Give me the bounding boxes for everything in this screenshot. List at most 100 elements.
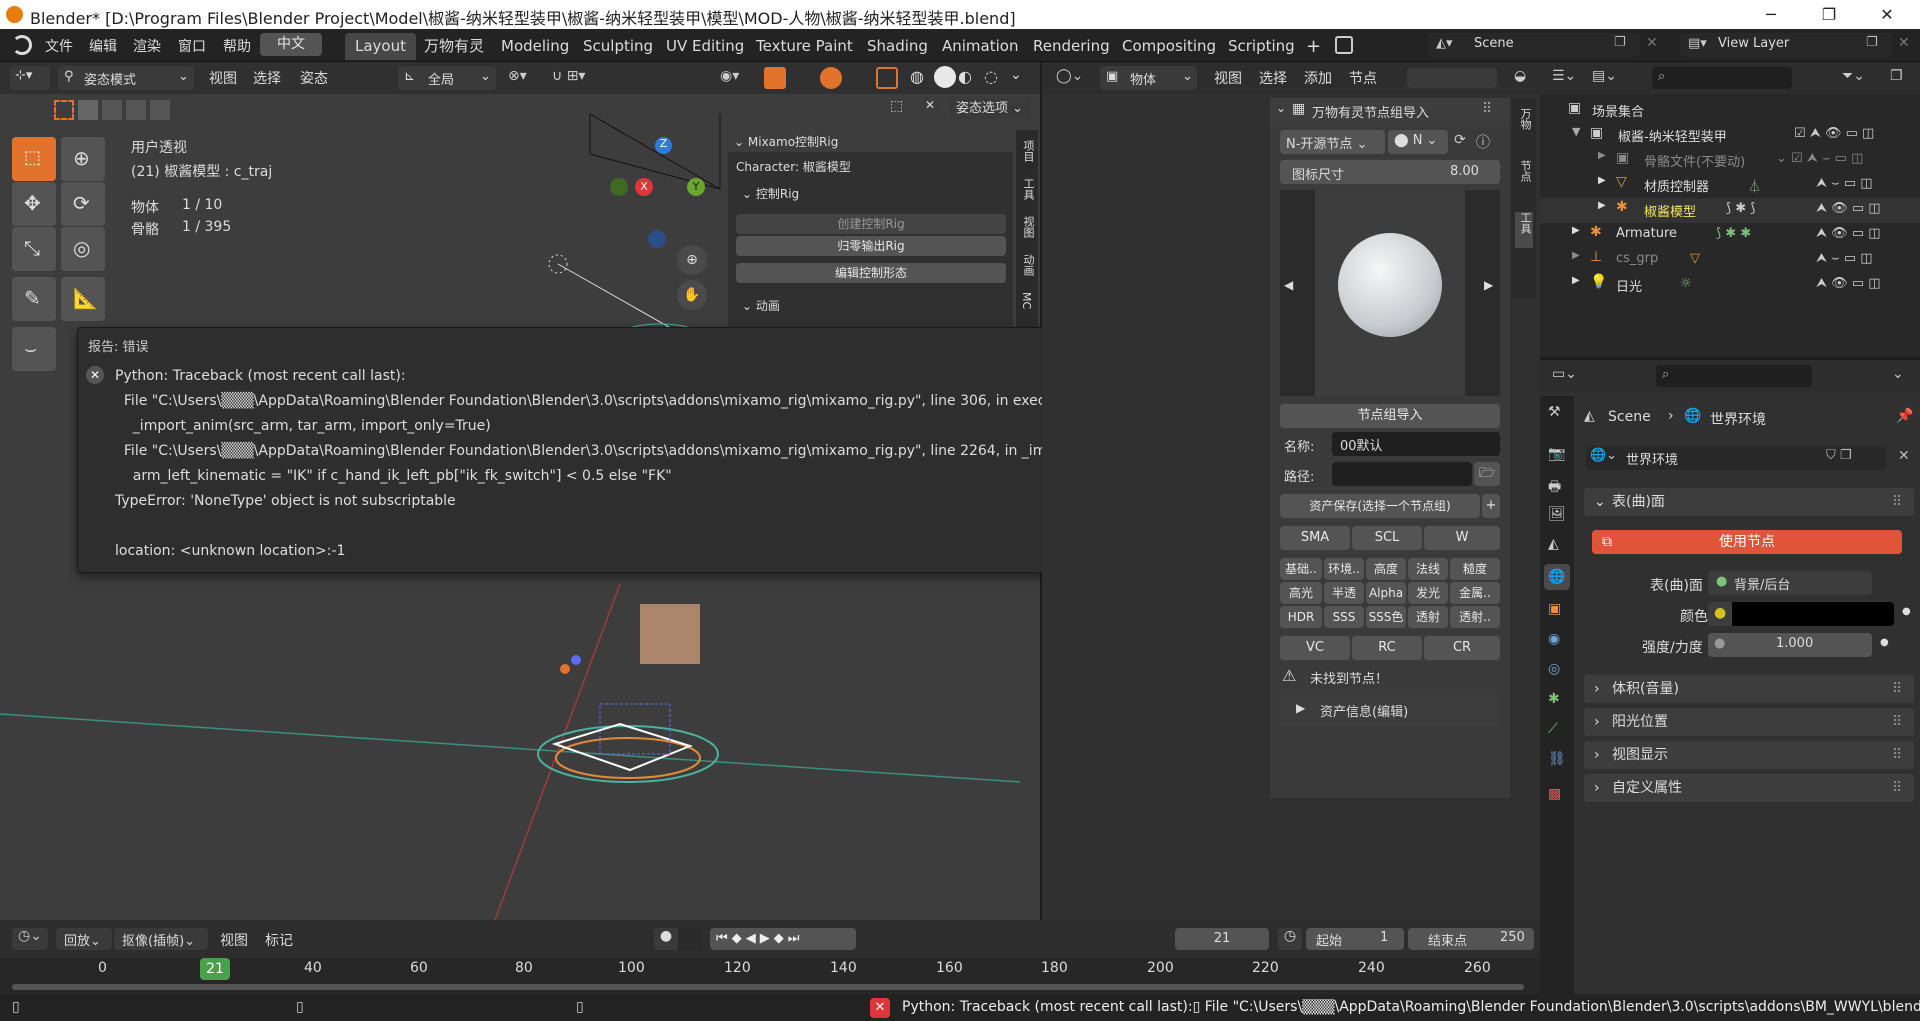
keyframe-dot-icon[interactable]: ● xyxy=(1880,637,1889,648)
edit-control-shape-button[interactable]: 编辑控制形态 xyxy=(736,263,1006,283)
zero-out-rig-button[interactable]: 归零输出Rig xyxy=(736,236,1006,256)
grid-button[interactable]: 高光 xyxy=(1280,582,1322,604)
drag-handle-icon[interactable]: ⠿ xyxy=(1892,741,1902,769)
prev-keyframe-icon[interactable]: ◆ xyxy=(732,931,746,946)
info-icon[interactable]: ⓘ xyxy=(1476,132,1490,152)
properties-editor-icon[interactable]: ▭⌄ xyxy=(1552,366,1577,382)
timeline-menu-marker[interactable]: 标记 xyxy=(265,930,293,950)
transform-orientation-selector[interactable]: ⊾ 全局 ⌄ xyxy=(398,66,496,90)
tab-wanwu[interactable]: 万物有灵 xyxy=(414,33,494,60)
constraint-tab-icon[interactable]: ⛓ xyxy=(1548,751,1566,767)
grid-button[interactable]: HDR xyxy=(1280,606,1322,628)
side-tab-node[interactable]: 节点 xyxy=(1517,160,1533,182)
outliner-row[interactable]: ▶ ▽ 材质控制器 ⏃ ⮝ ⌣ ▭ ◫ xyxy=(1540,173,1920,198)
menu-help[interactable]: 帮助 xyxy=(223,36,251,56)
navigation-gizmo[interactable]: Z X Y xyxy=(610,137,710,257)
name-field[interactable]: 00默认 xyxy=(1332,432,1500,456)
vc-button[interactable]: VC xyxy=(1280,636,1350,660)
npanel-tab-mc[interactable]: MC xyxy=(1020,292,1033,309)
scene-selector[interactable]: ◭▾ Scene ❐ xyxy=(1428,33,1640,57)
gizmo-toggle-icon[interactable] xyxy=(764,67,786,89)
pivot-icon[interactable]: ⊗▾ xyxy=(508,68,527,84)
next-arrow-icon[interactable]: ▶ xyxy=(1484,278,1493,292)
surface-shader-selector[interactable]: ● 背景/后台 xyxy=(1708,571,1872,595)
side-tab-wanwu[interactable]: 万物 xyxy=(1517,108,1533,130)
gizmo-neg-y-icon[interactable] xyxy=(610,178,628,196)
refresh-icon[interactable]: ⟳ xyxy=(1454,132,1466,148)
auto-keying-icon[interactable]: ● xyxy=(654,928,678,950)
gizmo-x-icon[interactable]: X xyxy=(635,178,653,196)
prev-arrow-icon[interactable]: ◀ xyxy=(1284,278,1293,292)
drag-handle-icon[interactable]: ⠿ xyxy=(1892,708,1902,736)
custom-properties-section[interactable]: › 自定义属性 ⠿ xyxy=(1584,774,1914,802)
timeline-editor-icon[interactable]: ◷⌄ xyxy=(12,928,48,950)
blender-menu-icon[interactable] xyxy=(12,35,32,55)
grid-button[interactable]: 高度 xyxy=(1366,558,1406,580)
view-layer-tab-icon[interactable]: 🖼 xyxy=(1548,506,1566,522)
checkbox-icon[interactable]: ⌄ ☑ ⮝ ⌣ ▭ ◫ xyxy=(1776,151,1863,166)
armature-data-tab-icon[interactable]: ✱ xyxy=(1548,691,1560,707)
preview-range-icon[interactable]: ◷ xyxy=(1278,928,1302,950)
asset-save-button[interactable]: 资产保存(选择一个节点组) xyxy=(1280,494,1480,518)
menu-render[interactable]: 渲染 xyxy=(133,36,161,56)
node-menu-add[interactable]: 添加 xyxy=(1304,68,1332,88)
tab-compositing[interactable]: Compositing xyxy=(1112,33,1226,60)
maximize-button[interactable]: ❐ xyxy=(1800,0,1858,29)
pose-options-button[interactable]: 姿态选项 ⌄ xyxy=(950,98,1030,119)
tab-scripting[interactable]: Scripting xyxy=(1218,33,1305,60)
grid-button[interactable]: 发光 xyxy=(1408,582,1448,604)
create-rig-button[interactable]: 创建控制Rig xyxy=(736,214,1006,234)
grid-button[interactable]: SSS色 xyxy=(1366,606,1406,628)
scene-tab-icon[interactable]: ◭ xyxy=(1548,536,1559,552)
grid-button[interactable]: 法线 xyxy=(1408,558,1448,580)
visibility-icon[interactable]: ⮝ 👁 ▭ ◫ xyxy=(1816,276,1881,291)
cr-button[interactable]: CR xyxy=(1424,636,1500,660)
visibility-icon[interactable]: ⮝ ⌣ ▭ ◫ xyxy=(1816,176,1873,191)
sma-button[interactable]: SMA xyxy=(1280,526,1350,550)
visibility-icon[interactable]: ⮝ 👁 ▭ ◫ xyxy=(1816,201,1881,216)
new-collection-icon[interactable]: ❐ xyxy=(1890,68,1903,84)
grid-button[interactable]: 金属.. xyxy=(1450,582,1500,604)
n-selector[interactable]: ⬤ N ⌄ xyxy=(1388,130,1448,154)
properties-search-input[interactable]: ⌕ xyxy=(1656,365,1812,387)
node-menu-node[interactable]: 节点 xyxy=(1349,68,1377,88)
scl-button[interactable]: SCL xyxy=(1352,526,1422,550)
outliner-row[interactable]: ▶ 💡 日光 ☼ ⮝ 👁 ▭ ◫ xyxy=(1540,273,1920,298)
current-frame-field[interactable]: 21 xyxy=(1175,928,1269,950)
viewport-menu-select[interactable]: 选择 xyxy=(253,68,281,88)
view-lock-icon[interactable]: ⬚ xyxy=(890,98,910,118)
display-mode-icon[interactable]: ▤⌄ xyxy=(1592,68,1617,84)
drag-handle-icon[interactable]: ⠿ xyxy=(1892,488,1902,516)
node-group-import-button[interactable]: 节点组导入 xyxy=(1280,404,1500,428)
node-pin-icon[interactable]: ◒ xyxy=(1514,68,1526,84)
remove-scene-icon[interactable]: ✕ xyxy=(1646,35,1658,51)
close-options-icon[interactable]: ✕ xyxy=(920,98,940,118)
object-type-selector[interactable]: ▣ 物体 ⌄ xyxy=(1100,66,1197,90)
add-asset-icon[interactable]: + xyxy=(1482,494,1500,518)
path-field[interactable] xyxy=(1332,462,1472,486)
world-selector[interactable]: 🌐⌄ 世界环境 ⛉ ❐ xyxy=(1586,446,1886,470)
status-message[interactable]: Python: Traceback (most recent call last… xyxy=(902,999,1920,1015)
error-report-popup[interactable]: 报告: 错误 ✕ Python: Traceback (most recent … xyxy=(77,327,1117,573)
surface-section[interactable]: ⌄ 表(曲)面 ⠿ xyxy=(1584,488,1914,516)
animation-section[interactable]: ⌄ 动画 xyxy=(742,297,780,314)
node-tree-field[interactable] xyxy=(1407,68,1497,88)
current-frame-indicator[interactable]: 21 xyxy=(200,958,230,980)
material-shading-icon[interactable]: ◐ xyxy=(958,67,972,86)
npanel-tab-tool[interactable]: 工具 xyxy=(1020,178,1036,200)
new-scene-icon[interactable]: ❐ xyxy=(1614,35,1626,50)
play-icon[interactable]: ▶ xyxy=(760,931,774,946)
control-rig-section[interactable]: ⌄ 控制Rig xyxy=(742,185,799,202)
grid-button[interactable]: Alpha xyxy=(1366,582,1406,604)
tab-animation[interactable]: Animation xyxy=(932,33,1028,60)
menu-window[interactable]: 窗口 xyxy=(178,36,206,56)
sun-position-section[interactable]: › 阳光位置 ⠿ xyxy=(1584,708,1914,736)
icon-size-slider[interactable]: 图标尺寸 8.00 xyxy=(1280,160,1500,184)
use-nodes-button[interactable]: ⧉ 使用节点 xyxy=(1592,530,1902,554)
fake-user-icon[interactable]: ⛉ ❐ xyxy=(1826,448,1852,463)
folder-icon[interactable]: 🗁 xyxy=(1474,462,1500,486)
jump-end-icon[interactable]: ⏭ xyxy=(788,931,804,946)
filter-icon[interactable]: ⏷⌄ xyxy=(1842,68,1865,84)
tab-texture-paint[interactable]: Texture Paint xyxy=(746,33,863,60)
checkbox-icon[interactable]: ☑ ⮝ 👁 ▭ ◫ xyxy=(1794,126,1874,141)
